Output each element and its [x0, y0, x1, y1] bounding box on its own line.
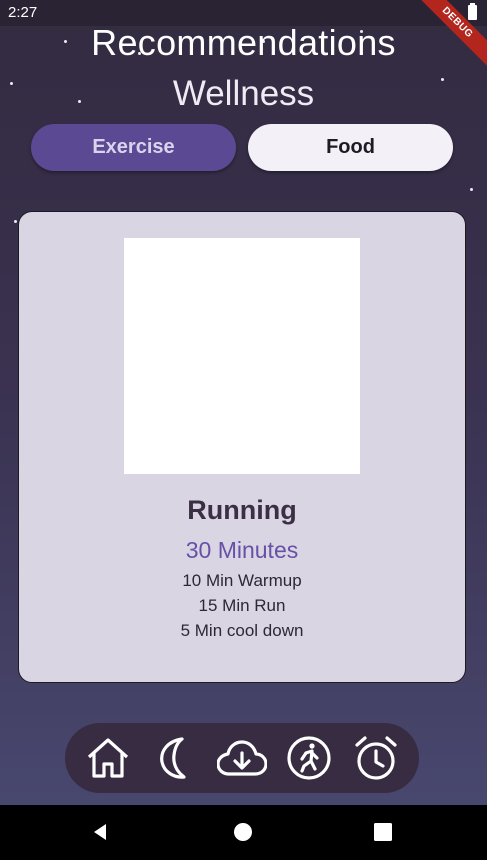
exercise-image — [124, 238, 360, 474]
home-icon[interactable] — [83, 733, 133, 783]
exercise-icon[interactable] — [284, 733, 334, 783]
star-icon — [470, 188, 473, 191]
cloud-download-icon[interactable] — [216, 733, 268, 783]
home-circle-icon[interactable] — [232, 821, 254, 843]
battery-icon — [468, 3, 477, 20]
bottom-nav — [65, 723, 419, 793]
star-icon — [14, 220, 17, 223]
exercise-step: 10 Min Warmup — [182, 571, 302, 590]
status-time: 2:27 — [8, 4, 38, 21]
page-title: Recommendations — [91, 22, 396, 63]
exercise-step: 5 Min cool down — [180, 621, 304, 640]
exercise-name: Running — [187, 495, 297, 525]
exercise-duration: 30 Minutes — [185, 537, 299, 563]
back-icon[interactable] — [89, 821, 111, 843]
tab-exercise[interactable]: Exercise — [31, 124, 236, 171]
tab-food[interactable]: Food — [248, 124, 453, 171]
system-nav-bar — [0, 805, 487, 860]
exercise-card: Running 30 Minutes 10 Min Warmup 15 Min … — [18, 211, 466, 683]
moon-icon[interactable] — [150, 733, 200, 783]
exercise-step: 15 Min Run — [198, 596, 286, 615]
recents-icon[interactable] — [372, 821, 394, 843]
alarm-icon[interactable] — [351, 733, 401, 783]
page-subtitle: Wellness — [172, 74, 315, 113]
